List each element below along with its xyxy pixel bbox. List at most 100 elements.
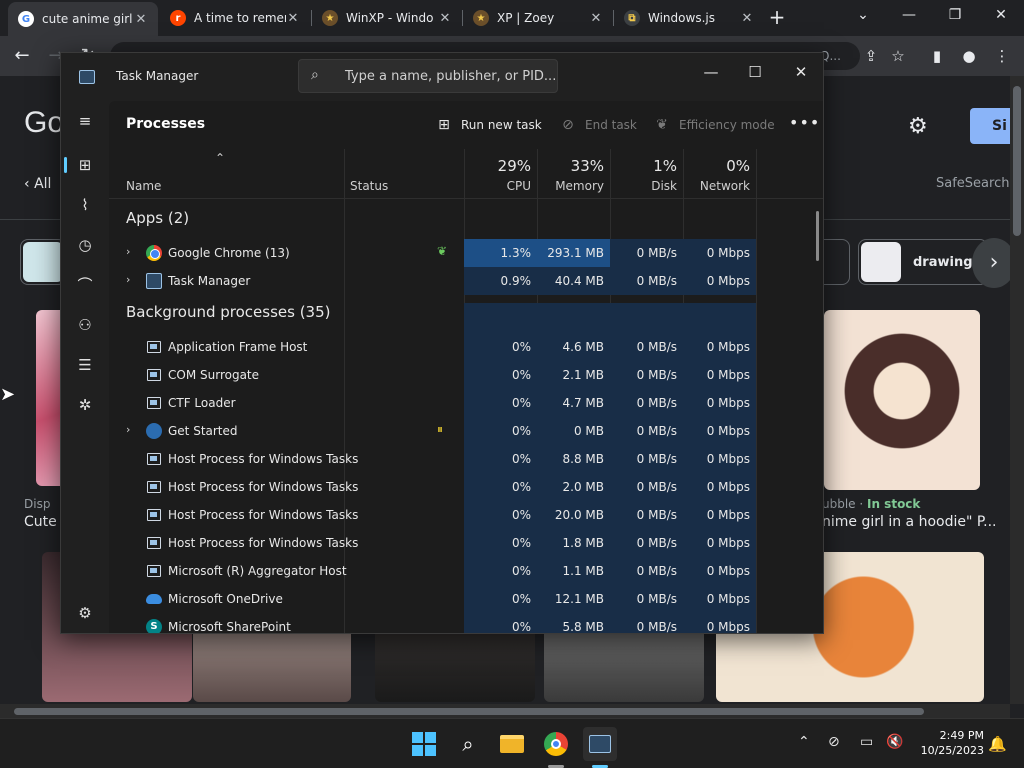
table-row[interactable]: › Get Started ⏸ 0% 0 MB 0 MB/s 0 Mbps <box>109 417 823 445</box>
browser-tab-5[interactable]: ⧉ Windows.js ✕ <box>614 4 764 32</box>
bookmark-star-icon[interactable]: ☆ <box>887 45 909 67</box>
related-chip-drawing[interactable]: drawing <box>858 239 988 285</box>
window-icon <box>147 453 161 465</box>
expand-chevron-icon[interactable]: › <box>126 273 130 286</box>
close-tab-icon[interactable]: ✕ <box>589 11 603 26</box>
browser-tab-1[interactable]: G cute anime girl ✕ <box>8 2 158 36</box>
table-row[interactable]: COM Surrogate 0% 2.1 MB 0 MB/s 0 Mbps <box>109 361 823 389</box>
cpu-cell: 0% <box>464 389 537 417</box>
table-row[interactable]: Host Process for Windows Tasks 0% 2.0 MB 0 … <box>109 473 823 501</box>
settings-gear-icon[interactable]: ⚙ <box>908 114 928 139</box>
run-new-task-button[interactable]: ⊞ Run new task <box>435 113 542 137</box>
display-icon[interactable]: ▭ <box>860 734 873 750</box>
cpu-header-label: CPU <box>506 179 531 193</box>
memory-cell: 293.1 MB <box>537 239 610 267</box>
image-result[interactable] <box>824 310 980 490</box>
side-panel-icon[interactable]: ▮ <box>926 45 948 67</box>
table-row[interactable]: CTF Loader 0% 4.7 MB 0 MB/s 0 Mbps <box>109 389 823 417</box>
table-row[interactable]: Application Frame Host 0% 4.6 MB 0 MB/s 0 Mb… <box>109 333 823 361</box>
file-explorer-icon[interactable] <box>495 727 529 761</box>
share-icon[interactable]: ⇪ <box>860 45 882 67</box>
browser-minimize-button[interactable]: — <box>886 0 932 30</box>
network-column-header[interactable]: 0% Network <box>683 149 756 199</box>
browser-restore-button[interactable]: ❐ <box>932 0 978 30</box>
startup-apps-icon[interactable]: ⌒ <box>73 273 97 297</box>
process-name: Google Chrome (13) <box>168 246 290 260</box>
expand-chevron-icon[interactable]: › <box>126 245 130 258</box>
back-arrow-icon[interactable]: ← <box>10 44 34 68</box>
table-row[interactable]: Host Process for Windows Tasks 0% 20.0 MB 0… <box>109 501 823 529</box>
close-tab-icon[interactable]: ✕ <box>740 11 754 26</box>
browser-tab-strip: G cute anime girl ✕ r A time to remem ✕ … <box>0 0 1024 36</box>
memory-column-header[interactable]: 33% Memory <box>537 149 610 199</box>
settings-gear-icon[interactable]: ⚙ <box>73 601 97 625</box>
efficiency-mode-button[interactable]: ❦ Efficiency mode <box>653 113 775 137</box>
services-icon[interactable]: ✲ <box>73 393 97 417</box>
scrollbar-thumb[interactable] <box>14 708 924 715</box>
all-tab[interactable]: ‹ All <box>24 176 51 192</box>
table-row[interactable]: Microsoft (R) Aggregator Host 0% 1.1 MB 0 M… <box>109 557 823 585</box>
reddit-favicon-icon: r <box>170 10 186 26</box>
close-tab-icon[interactable]: ✕ <box>286 11 300 26</box>
table-row[interactable]: › Task Manager 0.9% 40.4 MB 0 MB/s 0 Mbps <box>109 267 823 295</box>
profile-icon[interactable]: ● <box>958 45 980 67</box>
disk-header-label: Disk <box>651 179 677 193</box>
close-tab-icon[interactable]: ✕ <box>438 11 452 26</box>
close-tab-icon[interactable]: ✕ <box>134 12 148 27</box>
process-search-box[interactable]: ⌕ Type a name, publisher, or PID... <box>298 59 558 93</box>
show-hidden-icons-chevron-icon[interactable]: ⌃ <box>798 734 810 750</box>
disk-column-header[interactable]: 1% Disk <box>610 149 683 199</box>
minimize-button[interactable]: — <box>689 57 733 87</box>
google-logo[interactable]: Go <box>24 106 64 140</box>
disk-cell: 0 MB/s <box>610 501 683 529</box>
task-manager-titlebar[interactable]: Task Manager ⌕ Type a name, publisher, o… <box>61 53 823 101</box>
end-task-icon: ⊘ <box>562 117 574 133</box>
start-button[interactable] <box>407 727 441 761</box>
performance-icon[interactable]: ⌇ <box>73 193 97 217</box>
google-favicon-icon: G <box>18 11 34 27</box>
details-icon[interactable]: ☰ <box>73 353 97 377</box>
search-icon[interactable]: ⌕ <box>451 727 485 761</box>
result-title[interactable]: nime girl in a hoodie" P... <box>822 514 996 530</box>
task-manager-window: Task Manager ⌕ Type a name, publisher, o… <box>60 52 824 634</box>
table-row[interactable]: S Microsoft SharePoint 0% 5.8 MB 0 MB/s 0 Mbp… <box>109 613 823 633</box>
safesearch-button[interactable]: SafeSearch <box>936 176 1009 191</box>
new-tab-button[interactable]: + <box>765 6 789 30</box>
volume-muted-icon[interactable]: 🔇 <box>886 734 903 750</box>
processes-icon[interactable]: ⊞ <box>73 153 97 177</box>
scrollbar-thumb[interactable] <box>1013 86 1021 236</box>
table-row[interactable]: Microsoft OneDrive 0% 12.1 MB 0 MB/s 0 Mbps <box>109 585 823 613</box>
page-vertical-scrollbar[interactable] <box>1010 76 1024 704</box>
status-header-label: Status <box>350 179 389 193</box>
browser-tab-3[interactable]: ★ WinXP - Windo ✕ <box>312 4 462 32</box>
process-list-scrollbar[interactable] <box>816 211 819 261</box>
name-column-header[interactable]: ⌃ Name <box>109 149 344 199</box>
browser-tab-2[interactable]: r A time to remem ✕ <box>160 4 310 32</box>
table-row[interactable]: Host Process for Windows Tasks 0% 1.8 MB 0 … <box>109 529 823 557</box>
expand-chevron-icon[interactable]: › <box>126 423 130 436</box>
task-manager-taskbar-icon[interactable] <box>583 727 617 761</box>
all-tab-label: All <box>34 176 52 192</box>
disk-cell: 0 MB/s <box>610 585 683 613</box>
network-offline-icon[interactable]: ⊘ <box>828 734 840 750</box>
browser-menu-icon[interactable]: ⋮ <box>991 45 1013 67</box>
browser-tab-4[interactable]: ★ XP | Zoey ✕ <box>463 4 613 32</box>
system-clock[interactable]: 2:49 PM 10/25/2023 <box>918 728 984 758</box>
status-column-header[interactable]: Status <box>344 149 464 199</box>
page-horizontal-scrollbar[interactable] <box>0 704 1010 718</box>
app-history-icon[interactable]: ◷ <box>73 233 97 257</box>
name-header-label: Name <box>126 179 162 193</box>
table-row[interactable]: › Google Chrome (13) ❦ 1.3% 293.1 MB 0 MB/s 0 … <box>109 239 823 267</box>
chrome-icon[interactable] <box>539 727 573 761</box>
more-options-icon[interactable]: ••• <box>789 113 820 132</box>
hamburger-menu-icon[interactable]: ≡ <box>73 109 97 133</box>
table-row[interactable]: Host Process for Windows Tasks 0% 8.8 MB 0 … <box>109 445 823 473</box>
close-button[interactable]: ✕ <box>779 57 823 87</box>
cpu-column-header[interactable]: 29% CPU <box>464 149 537 199</box>
browser-close-button[interactable]: ✕ <box>978 0 1024 30</box>
tab-search-chevron-icon[interactable]: ⌄ <box>840 0 886 30</box>
end-task-button[interactable]: ⊘ End task <box>559 113 637 137</box>
maximize-button[interactable]: ☐ <box>733 57 777 87</box>
notification-bell-icon[interactable]: 🔔 <box>988 735 1007 753</box>
users-icon[interactable]: ⚇ <box>73 313 97 337</box>
